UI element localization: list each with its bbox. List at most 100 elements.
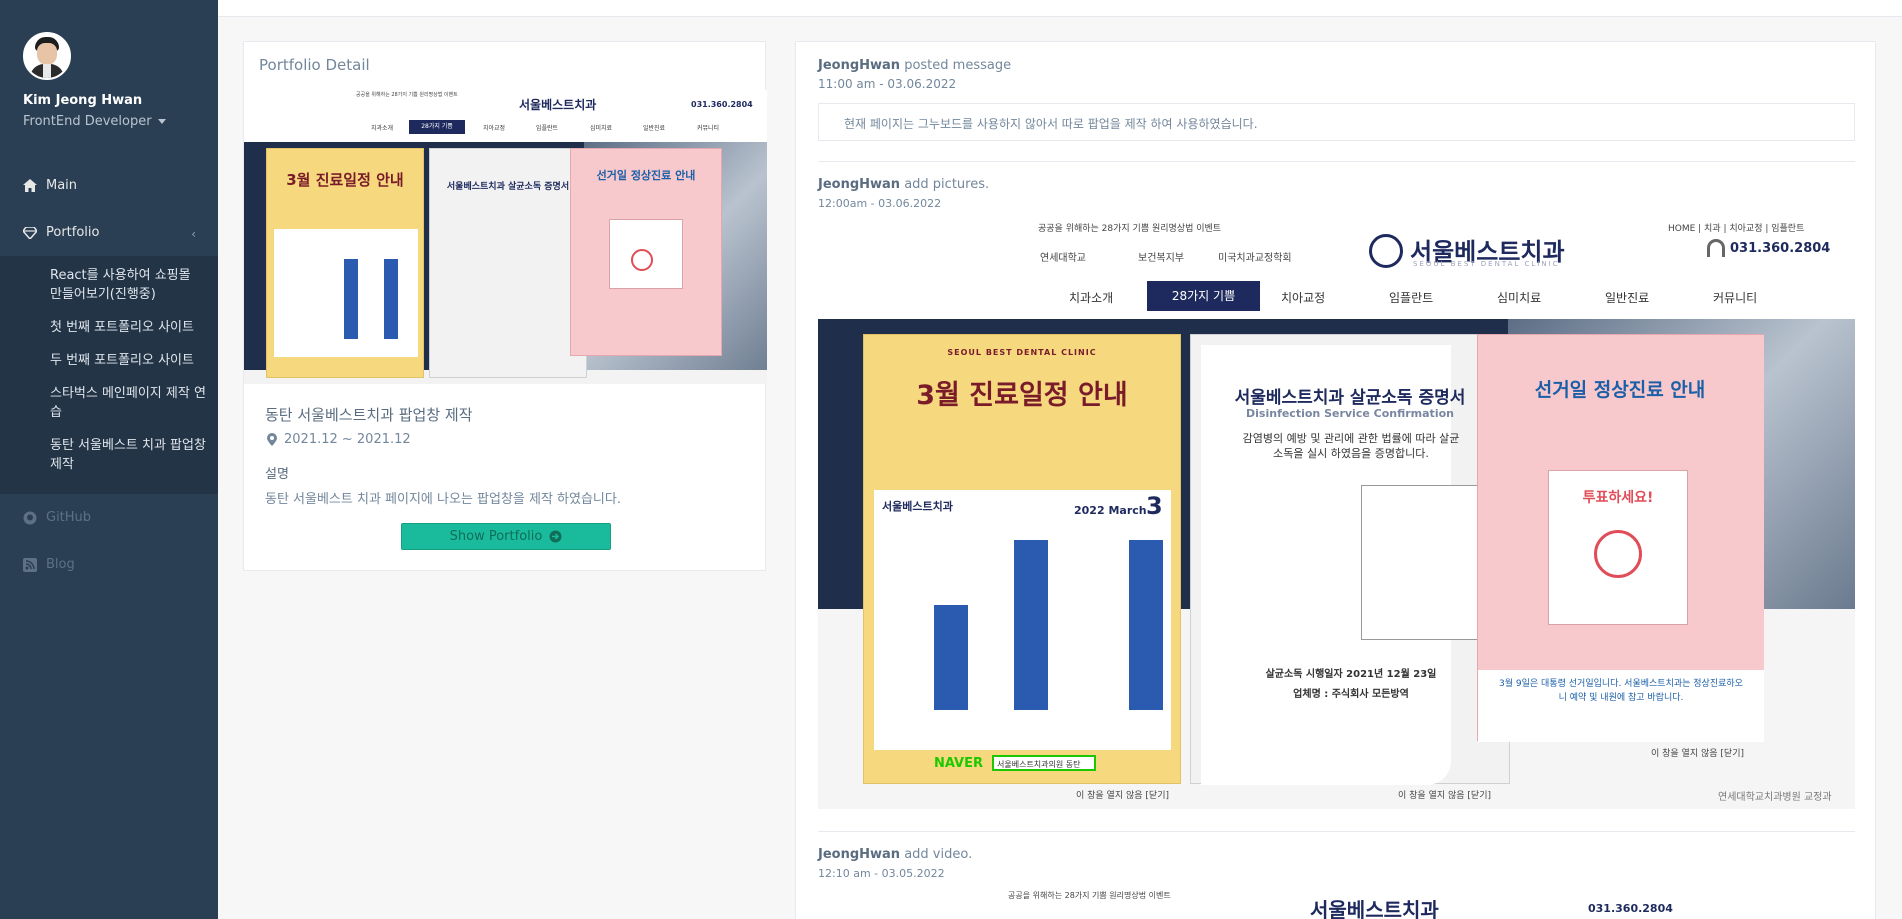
site-top-links-left: 공공을 위해하는 28가지 기쁨 원리명상법 이벤트 xyxy=(1038,224,1222,234)
video-logo: 서울베스트치과 xyxy=(1310,898,1439,919)
site-nav-item[interactable]: 일반진료 xyxy=(1605,289,1649,306)
feed-entry-header: JeongHwan add video. xyxy=(818,847,972,862)
feed-author[interactable]: JeongHwan xyxy=(818,58,900,73)
preview-popup-schedule-title: 3월 진료일정 안내 xyxy=(286,171,404,189)
calendar-day: 3 xyxy=(1146,492,1163,520)
popup-march-schedule: SEOUL BEST DENTAL CLINIC 3월 진료일정 안내 서울베스… xyxy=(863,334,1181,784)
preview-nav-item: 치과소개 xyxy=(371,125,394,132)
calendar-clinic-name: 서울베스트치과 xyxy=(882,500,953,513)
sidebar: Kim Jeong Hwan FrontEnd Developer Main P… xyxy=(0,0,218,919)
feed-action: posted message xyxy=(904,58,1012,73)
portfolio-detail-panel: Portfolio Detail 공공을 위해하는 28가지 기쁨 원리명상법 … xyxy=(243,41,767,571)
project-title: 동탄 서울베스트치과 팝업창 제작 xyxy=(265,406,473,424)
video-phone: 031.360.2804 xyxy=(1588,902,1673,915)
menu-item-portfolio-label: Portfolio xyxy=(46,225,100,240)
menu-item-github[interactable]: GitHub xyxy=(0,494,218,541)
menu-item-blog-label: Blog xyxy=(46,557,75,572)
popup-disinfection-company: 업체명 : 주식회사 모든방역 xyxy=(1293,689,1409,700)
popup-election-ballot: 투표하세요! xyxy=(1582,490,1654,506)
feed-divider xyxy=(818,831,1855,832)
preview-nav-item: 심미치료 xyxy=(590,125,613,132)
caret-down-icon xyxy=(157,119,166,124)
preview-popup-disinfection: 서울베스트치과 살균소독 증명서 xyxy=(429,148,587,378)
submenu-item[interactable]: 두 번째 포트폴리오 사이트 xyxy=(0,347,218,374)
site-logo-icon xyxy=(1369,234,1403,268)
preview-nav-item: 치아교정 xyxy=(483,125,506,132)
preview-popup-disinfection-title: 서울베스트치과 살균소독 증명서 xyxy=(446,182,570,192)
top-nav-bar xyxy=(218,0,1902,17)
naver-search-box: 서울베스트치과의원 동탄 xyxy=(992,755,1096,771)
video-top-links: 공공을 위해하는 28가지 기쁨 원리명상법 이벤트 xyxy=(1008,891,1171,900)
popup-schedule-calendar: 서울베스트치과 2022 March 3 xyxy=(874,490,1171,750)
calendar-month: 2022 March xyxy=(1074,504,1147,517)
feed-action: add video. xyxy=(904,847,973,862)
feed-message-text: 현재 페이지는 그누보드를 사용하지 않아서 따로 팝업을 제작 하여 사용하였… xyxy=(844,117,1258,131)
popup-disinfection-body: 감염병의 예방 및 관리에 관한 법률에 따라 살균 소독을 실시 하였음을 증… xyxy=(1242,432,1460,460)
preview-top-links: 공공을 위해하는 28가지 기쁨 원리명상법 이벤트 xyxy=(356,92,458,98)
submenu-item[interactable]: 첫 번째 포트폴리오 사이트 xyxy=(0,314,218,341)
headset-icon xyxy=(1707,239,1725,257)
site-partner-aao: 미국치과교정학회 xyxy=(1218,253,1292,264)
popup-close-checkbox[interactable]: 이 창을 열지 않음 [닫기] xyxy=(1076,788,1169,801)
panel-title: Portfolio Detail xyxy=(259,56,370,74)
rss-icon xyxy=(23,557,37,572)
portfolio-submenu: React를 사용하여 쇼핑몰 만들어보기(진행중) 첫 번째 포트폴리오 사이… xyxy=(0,256,218,494)
naver-label: NAVER xyxy=(934,756,984,771)
site-logo-sub: SEOUL BEST DENTAL CLINIC xyxy=(1413,260,1560,268)
feed-picture-site-mock[interactable]: 공공을 위해하는 28가지 기쁨 원리명상법 이벤트 HOME | 치과 | 치… xyxy=(818,217,1855,809)
submenu-item[interactable]: 스타벅스 메인페이지 제작 연습 xyxy=(0,380,218,426)
popup-disinfection-title: 서울베스트치과 살균소독 증명서 xyxy=(1234,388,1466,408)
menu-item-main[interactable]: Main xyxy=(0,162,218,209)
site-nav-item[interactable]: 임플란트 xyxy=(1389,289,1433,306)
portfolio-preview-image: 공공을 위해하는 28가지 기쁨 원리명상법 이벤트 서울베스트치과 031.3… xyxy=(244,90,767,384)
feed-video-site-mock[interactable]: 공공을 위해하는 28가지 기쁨 원리명상법 이벤트 서울베스트치과 031.3… xyxy=(818,888,1855,919)
popup-close-checkbox[interactable]: 이 창을 열지 않음 [닫기] xyxy=(1398,788,1491,801)
preview-popup-election-title: 선거일 정상진료 안내 xyxy=(596,169,696,182)
description-label: 설명 xyxy=(265,467,289,482)
preview-nav-item: 커뮤니티 xyxy=(697,125,720,132)
popup-election-title: 선거일 정상진료 안내 xyxy=(1534,379,1706,401)
popup-election: 선거일 정상진료 안내 투표하세요! 3월 9일은 대통령 선거일입니다. 서울… xyxy=(1477,334,1764,742)
feed-entry-header: JeongHwan add pictures. xyxy=(818,177,989,192)
project-date: 2021.12 ~ 2021.12 xyxy=(265,432,411,447)
menu-item-portfolio[interactable]: Portfolio ‹ xyxy=(0,209,218,256)
profile-role-label: FrontEnd Developer xyxy=(23,114,152,129)
activity-feed-panel: JeongHwan posted message 11:00 am - 03.0… xyxy=(795,41,1876,919)
site-nav-item[interactable]: 심미치료 xyxy=(1497,289,1541,306)
vote-stamp-icon xyxy=(1594,530,1642,578)
feed-action: add pictures. xyxy=(904,177,990,192)
side-menu: Main Portfolio ‹ React를 사용하여 쇼핑몰 만들어보기(진… xyxy=(0,162,218,588)
popup-schedule-tag: SEOUL BEST DENTAL CLINIC xyxy=(947,348,1097,357)
show-portfolio-label: Show Portfolio xyxy=(449,529,543,544)
site-footer-note: 연세대학교치과병원 교정과 xyxy=(1718,792,1832,803)
show-portfolio-button[interactable]: Show Portfolio xyxy=(401,523,611,550)
site-nav-item[interactable]: 치과소개 xyxy=(1069,289,1113,306)
site-nav-item[interactable]: 치아교정 xyxy=(1281,289,1325,306)
popup-close-checkbox[interactable]: 이 창을 열지 않음 [닫기] xyxy=(1651,746,1744,759)
preview-site-mock: 공공을 위해하는 28가지 기쁨 원리명상법 이벤트 서울베스트치과 031.3… xyxy=(244,90,767,384)
arrow-circle-right-icon xyxy=(548,530,562,544)
menu-item-github-label: GitHub xyxy=(46,510,92,525)
popup-disinfection-date: 살균소독 시행일자 2021년 12월 23일 xyxy=(1265,669,1437,680)
popup-schedule-title: 3월 진료일정 안내 xyxy=(916,380,1128,411)
feed-message-box: 현재 페이지는 그누보드를 사용하지 않아서 따로 팝업을 제작 하여 사용하였… xyxy=(818,103,1855,141)
popup-disinfection: 서울베스트치과 살균소독 증명서 Disinfection Service Co… xyxy=(1190,334,1510,785)
submenu-item[interactable]: React를 사용하여 쇼핑몰 만들어보기(진행중) xyxy=(0,262,218,308)
profile-block: Kim Jeong Hwan FrontEnd Developer xyxy=(0,0,218,142)
site-top-links-right: HOME | 치과 | 치아교정 | 임플란트 xyxy=(1668,224,1805,234)
site-nav-item[interactable]: 커뮤니티 xyxy=(1713,289,1757,306)
site-partner-ministry: 보건복지부 xyxy=(1138,253,1184,264)
description-text: 동탄 서울베스트 치과 페이지에 나오는 팝업창을 제작 하였습니다. xyxy=(265,492,621,507)
menu-item-blog[interactable]: Blog xyxy=(0,541,218,588)
popup-election-note: 3월 9일은 대통령 선거일입니다. 서울베스트치과는 정상진료하오니 예약 및… xyxy=(1499,679,1743,703)
feed-divider xyxy=(818,161,1855,162)
feed-author[interactable]: JeongHwan xyxy=(818,847,900,862)
preview-popup-election: 선거일 정상진료 안내 xyxy=(570,148,722,356)
preview-nav-item: 임플란트 xyxy=(536,125,559,132)
profile-role-dropdown[interactable]: FrontEnd Developer xyxy=(23,114,218,129)
preview-nav-item: 일반진료 xyxy=(643,125,666,132)
site-nav-item-selected[interactable]: 28가지 기쁨 xyxy=(1147,281,1260,311)
feed-author[interactable]: JeongHwan xyxy=(818,177,900,192)
submenu-item[interactable]: 동탄 서울베스트 치과 팝업창 제작 xyxy=(0,432,218,478)
preview-nav-item-selected: 28가지 기쁨 xyxy=(409,120,465,134)
